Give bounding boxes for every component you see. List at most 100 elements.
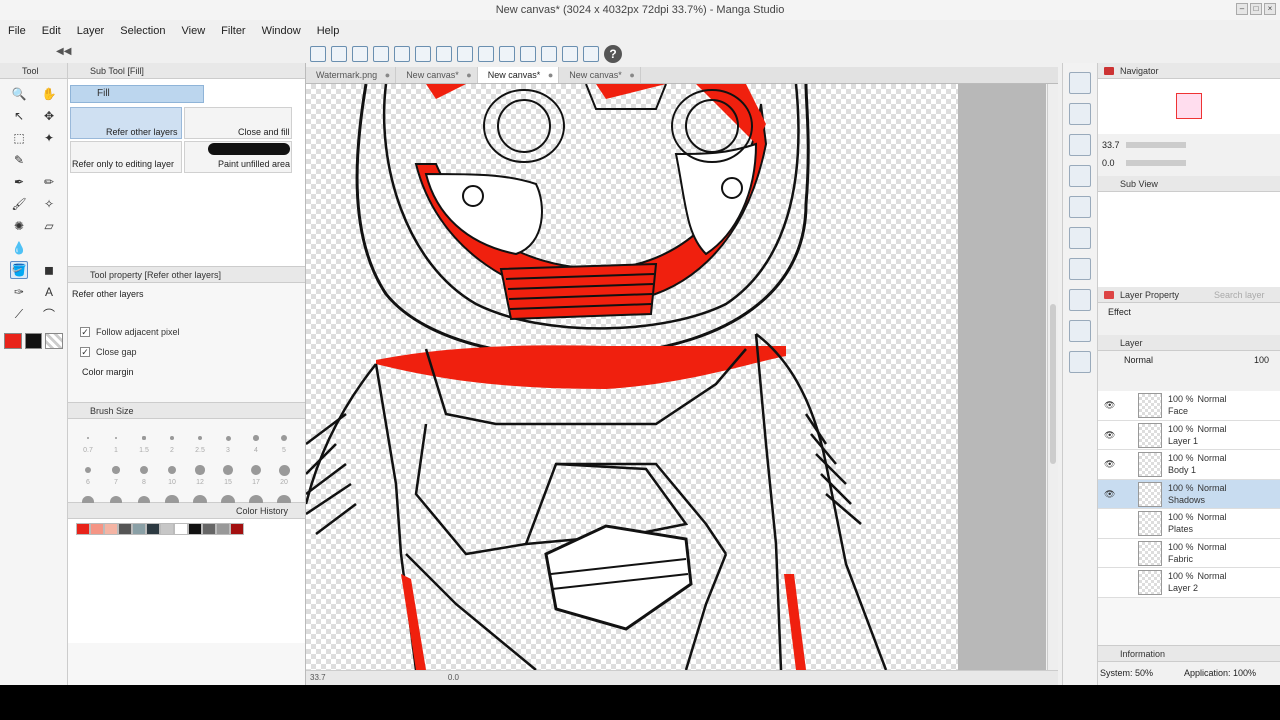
color-chip[interactable]	[216, 523, 230, 535]
blend-icon[interactable]: 💧	[10, 239, 28, 257]
brush-size-option[interactable]: 1.5	[130, 429, 158, 459]
navigator-preview[interactable]	[1098, 79, 1280, 134]
help-icon[interactable]: ?	[604, 45, 622, 63]
brush-size-option[interactable]: 10	[158, 461, 186, 491]
brush-icon[interactable]: 🖌	[10, 195, 28, 213]
material-icon[interactable]	[1069, 72, 1091, 94]
close-button[interactable]: ×	[1264, 3, 1276, 15]
layer-row[interactable]: 👁 100 % Normal Body 1	[1098, 450, 1280, 480]
menu-file[interactable]: File	[0, 25, 34, 37]
layer-row[interactable]: 100 % Normal Fabric	[1098, 538, 1280, 568]
text-icon[interactable]: A	[40, 283, 58, 301]
brush-size-option[interactable]: 20	[270, 461, 298, 491]
settings-dropdown-icon[interactable]	[583, 46, 599, 62]
color-chip[interactable]	[90, 523, 104, 535]
airbrush-icon[interactable]: ✧	[40, 195, 58, 213]
main-color-swatch[interactable]	[4, 333, 22, 349]
color-chip[interactable]	[104, 523, 118, 535]
correct-line-icon[interactable]: ⌒	[40, 305, 58, 323]
subview-title[interactable]: Sub View	[1120, 179, 1158, 189]
canvas-viewport[interactable]	[306, 84, 1046, 670]
close-tab-icon[interactable]: ●	[548, 70, 553, 80]
color-chip[interactable]	[146, 523, 160, 535]
brush-size-option[interactable]: 2	[158, 429, 186, 459]
brush-size-option[interactable]: 5	[270, 429, 298, 459]
scale-icon[interactable]	[436, 46, 452, 62]
layer-row[interactable]: 👁 100 % Normal Shadows	[1098, 479, 1280, 509]
brush-size-option[interactable]: 1	[102, 429, 130, 459]
pen-icon[interactable]: ✒	[10, 173, 28, 191]
canvas-tab[interactable]: New canvas* ●	[477, 67, 560, 83]
visibility-eye-icon[interactable]: 👁	[1104, 459, 1115, 470]
brush-size-option[interactable]: 6	[74, 461, 102, 491]
snap-ruler-icon[interactable]	[520, 46, 536, 62]
visibility-eye-icon[interactable]: 👁	[1104, 489, 1115, 500]
visibility-eye-icon[interactable]: 👁	[1104, 430, 1115, 441]
menu-view[interactable]: View	[174, 25, 214, 37]
menu-layer[interactable]: Layer	[69, 25, 113, 37]
navigator-title[interactable]: Navigator	[1120, 66, 1159, 76]
move-layer-icon[interactable]: ✥	[40, 107, 58, 125]
material-figure-icon[interactable]	[1069, 258, 1091, 280]
fill-selection-icon[interactable]	[478, 46, 494, 62]
gradient-icon[interactable]: ◼	[40, 261, 58, 279]
brush-size-option[interactable]: 17	[242, 461, 270, 491]
collapse-left-icon[interactable]: ◀◀	[56, 46, 71, 57]
material-pattern-icon[interactable]	[1069, 165, 1091, 187]
auto-select-icon[interactable]: ✦	[40, 129, 58, 147]
menu-selection[interactable]: Selection	[112, 25, 173, 37]
clear-icon[interactable]	[457, 46, 473, 62]
operation-icon[interactable]: ↖	[10, 107, 28, 125]
maximize-button[interactable]: □	[1250, 3, 1262, 15]
new-file-icon[interactable]	[310, 46, 326, 62]
brush-size-option[interactable]: 4	[242, 429, 270, 459]
zoom-readout[interactable]: 33.7	[310, 673, 326, 682]
layer-row[interactable]: 👁 100 % Normal Layer 1	[1098, 420, 1280, 450]
scroll-thumb[interactable]	[1050, 304, 1056, 464]
color-chip[interactable]	[118, 523, 132, 535]
snap-special-icon[interactable]	[541, 46, 557, 62]
snap-grid-icon[interactable]	[562, 46, 578, 62]
blend-mode-select[interactable]: Normal	[1124, 355, 1153, 365]
sub-color-swatch[interactable]	[24, 333, 43, 349]
search-layer-tab[interactable]: Search layer	[1214, 287, 1265, 303]
save-icon[interactable]	[352, 46, 368, 62]
material-3d-icon[interactable]	[1069, 227, 1091, 249]
undo-icon[interactable]	[373, 46, 389, 62]
layer-row[interactable]: 100 % Normal Plates	[1098, 509, 1280, 539]
open-file-icon[interactable]	[331, 46, 347, 62]
color-chip[interactable]	[188, 523, 202, 535]
close-tab-icon[interactable]: ●	[466, 70, 471, 80]
layer-row[interactable]: 100 % Normal Layer 2	[1098, 568, 1280, 598]
brush-size-option[interactable]: 2.5	[186, 429, 214, 459]
tool-tab-label[interactable]: Tool	[22, 66, 39, 76]
material-search-icon[interactable]	[1069, 320, 1091, 342]
canvas-tab[interactable]: New canvas* ●	[396, 67, 478, 83]
material-pose-icon[interactable]	[1069, 351, 1091, 373]
material-text-icon[interactable]	[1069, 289, 1091, 311]
material-brush-icon[interactable]	[1069, 134, 1091, 156]
canvas-tab[interactable]: Watermark.png ●	[306, 67, 397, 83]
follow-adjacent-row[interactable]: ✓ Follow adjacent pixel	[80, 327, 180, 337]
layer-property-title[interactable]: Layer Property	[1120, 290, 1179, 300]
menu-help[interactable]: Help	[309, 25, 348, 37]
material-image-icon[interactable]	[1069, 103, 1091, 125]
color-chip[interactable]	[76, 523, 90, 535]
subtool-group-fill[interactable]: Fill	[70, 85, 204, 103]
crop-icon[interactable]	[499, 46, 515, 62]
close-tab-icon[interactable]: ●	[385, 70, 390, 80]
navigator-angle[interactable]: 0.0	[1102, 158, 1115, 168]
close-gap-row[interactable]: ✓ Close gap	[80, 347, 137, 357]
decoration-icon[interactable]: ✺	[10, 217, 28, 235]
follow-adjacent-checkbox[interactable]: ✓	[80, 327, 90, 337]
eyedropper-icon[interactable]: ✎	[10, 151, 28, 169]
selection-icon[interactable]: ⬚	[10, 129, 28, 147]
opacity-field[interactable]: 100	[1254, 355, 1269, 365]
close-gap-checkbox[interactable]: ✓	[80, 347, 90, 357]
figure-icon[interactable]: ✑	[10, 283, 28, 301]
fill-icon[interactable]: 🪣	[10, 261, 28, 279]
menu-window[interactable]: Window	[254, 25, 309, 37]
zoom-icon[interactable]: 🔍	[10, 85, 28, 103]
color-chip[interactable]	[174, 523, 188, 535]
navigator-zoom[interactable]: 33.7	[1102, 140, 1120, 150]
